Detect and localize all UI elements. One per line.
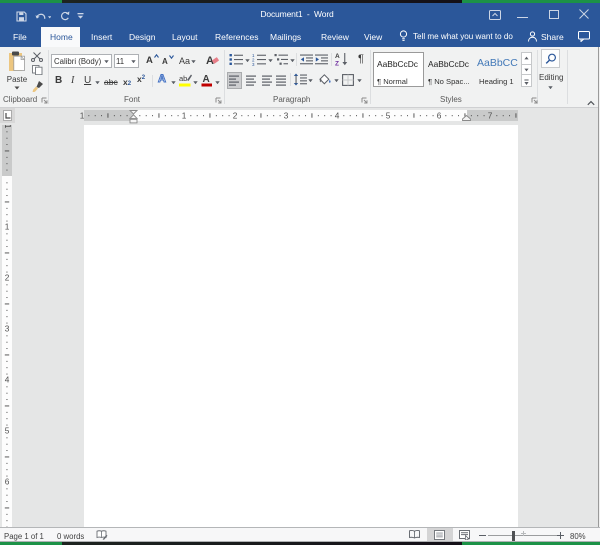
svg-text:ab: ab: [179, 74, 187, 83]
svg-text:4: 4: [335, 110, 340, 120]
svg-text:5: 5: [386, 110, 391, 120]
svg-text:5: 5: [5, 426, 10, 436]
svg-text:1: 1: [5, 222, 10, 232]
svg-text:2: 2: [5, 273, 10, 283]
svg-text:1: 1: [3, 125, 12, 129]
svg-text:3: 3: [252, 62, 255, 66]
svg-text:6: 6: [5, 477, 10, 487]
svg-text:4: 4: [5, 375, 10, 385]
svg-text:7: 7: [488, 110, 493, 120]
svg-text:3: 3: [284, 110, 289, 120]
svg-text:Z: Z: [335, 61, 339, 67]
svg-text:A: A: [335, 53, 340, 60]
svg-text:3: 3: [5, 324, 10, 334]
svg-text:1: 1: [80, 110, 85, 120]
svg-text:1: 1: [182, 110, 187, 120]
svg-text:A: A: [203, 74, 210, 85]
svg-text:2: 2: [233, 110, 238, 120]
svg-text:6: 6: [437, 110, 442, 120]
